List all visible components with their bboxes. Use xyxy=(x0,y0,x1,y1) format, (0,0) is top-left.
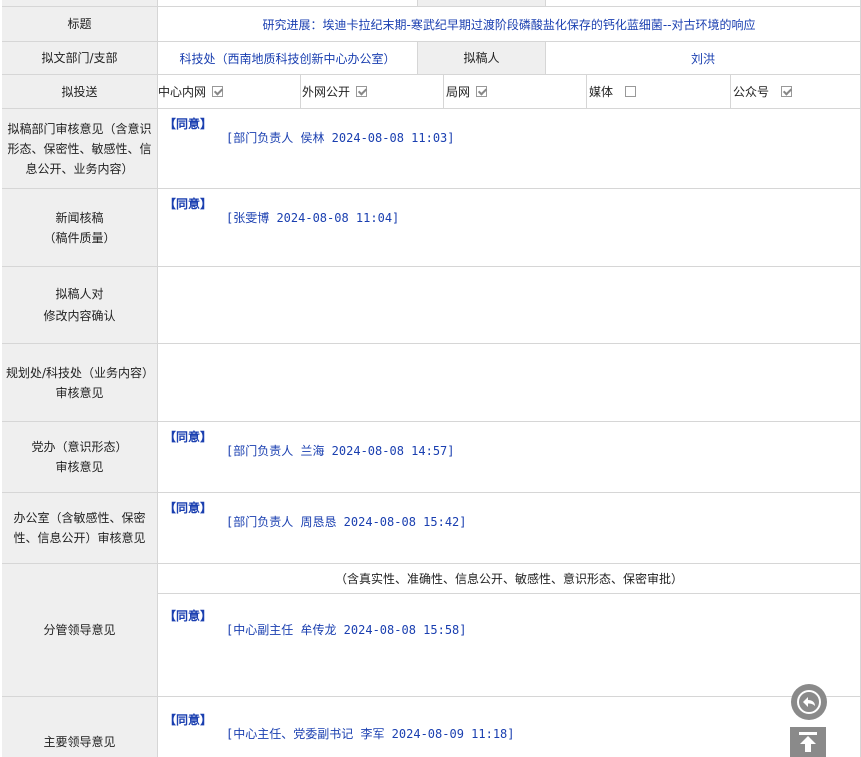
back-to-top-button[interactable] xyxy=(790,727,826,757)
reply-arrow-icon xyxy=(797,690,821,714)
public-checkbox[interactable] xyxy=(356,86,368,97)
news-review-content: 【同意】 [张雯博 2024-08-08 11:04] xyxy=(158,189,861,267)
send-option-intranet[interactable]: 中心内网 xyxy=(158,75,301,108)
send-option-label: 媒体 xyxy=(589,85,614,99)
main-leader-review-content: 【同意】 [中心主任、党委副书记 李军 2024-08-09 11:18] xyxy=(158,697,861,757)
send-label: 拟投送 xyxy=(2,75,158,109)
news-review-label-line: （稿件质量） xyxy=(43,230,116,245)
office-review-label: 办公室（含敏感性、保密性、信息公开）审核意见 xyxy=(2,493,158,564)
agree-text: 【同意】 xyxy=(164,117,213,131)
top-strip-label xyxy=(2,0,158,7)
party-review-row: 党办（意识形态） 审核意见 【同意】 [部门负责人 兰海 2024-08-08 … xyxy=(0,422,861,493)
party-review-content: 【同意】 [部门负责人 兰海 2024-08-08 14:57] xyxy=(158,422,861,493)
send-option-label: 外网公开 xyxy=(302,85,351,99)
intranet-checkbox[interactable] xyxy=(212,86,224,97)
leader-review-label: 分管领导意见 xyxy=(2,564,158,697)
bureau-checkbox[interactable] xyxy=(476,86,488,97)
news-review-label-line: 新闻核稿 xyxy=(55,210,104,225)
news-review-label: 新闻核稿 （稿件质量） xyxy=(2,189,158,267)
signature-text: [中心副主任 牟传龙 2024-08-08 15:58] xyxy=(226,623,467,637)
main-leader-review-label: 主要领导意见 xyxy=(2,697,158,757)
send-option-public[interactable]: 外网公开 xyxy=(301,75,444,108)
drafter-value: 刘洪 xyxy=(546,42,861,75)
dept-review-row: 拟稿部门审核意见（含意识形态、保密性、敏感性、信息公开、业务内容） 【同意】 [… xyxy=(0,109,861,189)
back-to-top-icon xyxy=(799,732,817,752)
signature-text: [部门负责人 侯林 2024-08-08 11:03] xyxy=(226,131,455,145)
dept-value: 科技处（西南地质科技创新中心办公室） xyxy=(158,42,418,75)
send-option-wechat[interactable]: 公众号 xyxy=(731,75,861,108)
dept-review-label: 拟稿部门审核意见（含意识形态、保密性、敏感性、信息公开、业务内容） xyxy=(2,109,158,189)
agree-text: 【同意】 xyxy=(164,609,213,623)
planning-review-label: 规划处/科技处（业务内容） 审核意见 xyxy=(2,344,158,422)
agree-text: 【同意】 xyxy=(164,430,213,444)
signature-text: [部门负责人 周恳恳 2024-08-08 15:42] xyxy=(226,515,467,529)
news-review-row: 新闻核稿 （稿件质量） 【同意】 [张雯博 2024-08-08 11:04] xyxy=(0,189,861,267)
drafter-confirm-row: 拟稿人对 修改内容确认 xyxy=(0,267,861,344)
agree-text: 【同意】 xyxy=(164,197,213,211)
planning-review-label-line: 规划处/科技处（业务内容） xyxy=(6,365,155,380)
send-option-label: 中心内网 xyxy=(158,85,207,99)
main-leader-review-row: 主要领导意见 【同意】 [中心主任、党委副书记 李军 2024-08-09 11… xyxy=(0,697,861,757)
media-checkbox[interactable] xyxy=(625,86,637,97)
top-strip-cell xyxy=(546,0,861,7)
drafter-confirm-label-line: 修改内容确认 xyxy=(43,309,116,323)
agree-text: 【同意】 xyxy=(164,713,213,727)
reply-button[interactable] xyxy=(791,684,827,720)
leader-review-note: （含真实性、准确性、信息公开、敏感性、意识形态、保密审批） xyxy=(158,564,860,594)
title-value: 研究进展：埃迪卡拉纪末期-寒武纪早期过渡阶段磷酸盐化保存的钙化蓝细菌--对古环境… xyxy=(158,7,861,42)
leader-review-row: 分管领导意见 （含真实性、准确性、信息公开、敏感性、意识形态、保密审批） 【同意… xyxy=(0,564,861,697)
office-review-content: 【同意】 [部门负责人 周恳恳 2024-08-08 15:42] xyxy=(158,493,861,564)
send-option-label: 局网 xyxy=(446,85,471,99)
dept-review-content: 【同意】 [部门负责人 侯林 2024-08-08 11:03] xyxy=(158,109,861,189)
planning-review-content xyxy=(158,344,861,422)
party-review-label: 党办（意识形态） 审核意见 xyxy=(2,422,158,493)
send-option-label: 公众号 xyxy=(733,85,770,99)
send-option-media[interactable]: 媒体 xyxy=(587,75,731,108)
leader-review-content: （含真实性、准确性、信息公开、敏感性、意识形态、保密审批） 【同意】 [中心副主… xyxy=(158,564,861,697)
title-label: 标题 xyxy=(2,7,158,42)
title-row: 标题 研究进展：埃迪卡拉纪末期-寒武纪早期过渡阶段磷酸盐化保存的钙化蓝细菌--对… xyxy=(0,7,861,42)
send-options: 中心内网 外网公开 局网 媒体 公众号 xyxy=(158,75,861,109)
signature-text: [张雯博 2024-08-08 11:04] xyxy=(226,211,400,225)
leader-review-opinion: 【同意】 [中心副主任 牟传龙 2024-08-08 15:58] xyxy=(158,593,860,697)
drafter-confirm-label: 拟稿人对 修改内容确认 xyxy=(2,267,158,344)
top-strip-cell xyxy=(158,0,418,7)
send-option-bureau[interactable]: 局网 xyxy=(444,75,587,108)
dept-label: 拟文部门/支部 xyxy=(2,42,158,75)
drafter-confirm-content xyxy=(158,267,861,344)
top-strip-cell xyxy=(418,0,546,7)
planning-review-row: 规划处/科技处（业务内容） 审核意见 xyxy=(0,344,861,422)
planning-review-label-line: 审核意见 xyxy=(55,385,104,400)
drafter-confirm-label-line: 拟稿人对 xyxy=(55,287,104,301)
dept-row: 拟文部门/支部 科技处（西南地质科技创新中心办公室） 拟稿人 刘洪 xyxy=(0,42,861,75)
agree-text: 【同意】 xyxy=(164,501,213,515)
party-review-label-line: 审核意见 xyxy=(55,460,104,474)
wechat-checkbox[interactable] xyxy=(781,86,793,97)
party-review-label-line: 党办（意识形态） xyxy=(31,440,128,454)
top-strip xyxy=(0,0,861,7)
signature-text: [中心主任、党委副书记 李军 2024-08-09 11:18] xyxy=(226,727,515,741)
office-review-row: 办公室（含敏感性、保密性、信息公开）审核意见 【同意】 [部门负责人 周恳恳 2… xyxy=(0,493,861,564)
send-row: 拟投送 中心内网 外网公开 局网 媒体 公众号 xyxy=(0,75,861,109)
signature-text: [部门负责人 兰海 2024-08-08 14:57] xyxy=(226,444,455,458)
drafter-label: 拟稿人 xyxy=(418,42,546,75)
